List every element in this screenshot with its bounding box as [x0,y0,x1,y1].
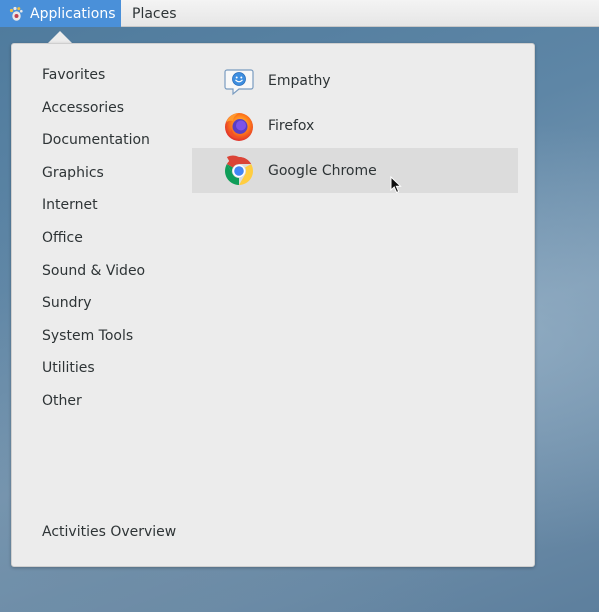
places-menu-button[interactable]: Places [121,0,188,27]
places-menu-label: Places [132,5,177,22]
applications-menu-label: Applications [30,5,116,22]
popup-arrow [48,31,72,43]
category-system-tools[interactable]: System Tools [42,323,150,356]
category-utilities[interactable]: Utilities [42,355,150,388]
app-item-firefox[interactable]: Firefox [192,103,518,148]
applications-popup-menu: Favorites Accessories Documentation Grap… [11,43,535,567]
app-label-firefox: Firefox [268,117,315,134]
category-internet[interactable]: Internet [42,192,150,225]
category-list: Favorites Accessories Documentation Grap… [42,62,150,421]
activities-overview-item[interactable]: Activities Overview [42,524,176,540]
top-bar: Applications Places [0,0,599,27]
category-sundry[interactable]: Sundry [42,290,150,323]
category-office[interactable]: Office [42,225,150,258]
empathy-icon [224,68,254,95]
app-label-google-chrome: Google Chrome [268,162,377,179]
category-favorites[interactable]: Favorites [42,62,150,95]
gnome-foot-icon [9,6,23,21]
category-documentation[interactable]: Documentation [42,127,150,160]
category-accessories[interactable]: Accessories [42,95,150,128]
category-other[interactable]: Other [42,388,150,421]
app-label-empathy: Empathy [268,72,331,89]
app-item-empathy[interactable]: Empathy [192,58,518,103]
mouse-cursor-icon [390,176,402,194]
app-list: Empathy Firefox Google Chrome [192,58,518,193]
category-sound-video[interactable]: Sound & Video [42,258,150,291]
category-graphics[interactable]: Graphics [42,160,150,193]
chrome-icon [225,155,253,185]
firefox-icon [225,112,253,141]
applications-menu-button[interactable]: Applications [0,0,121,27]
app-item-google-chrome[interactable]: Google Chrome [192,148,518,193]
